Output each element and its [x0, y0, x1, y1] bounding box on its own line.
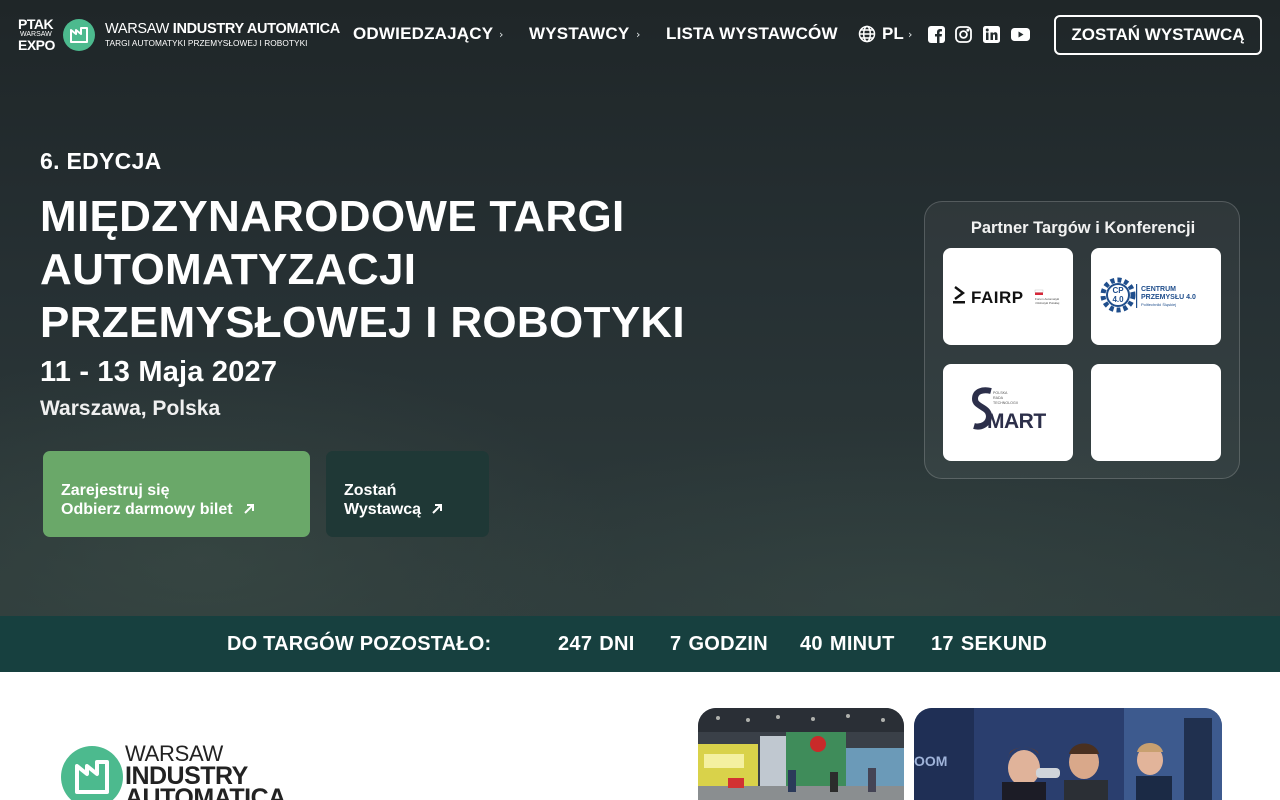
- fair-hall-photo: [698, 708, 904, 800]
- exhibitor-button[interactable]: Zostań Wystawcą: [326, 451, 489, 537]
- brand-text[interactable]: WARSAW INDUSTRY AUTOMATICA TARGI AUTOMAT…: [105, 21, 340, 48]
- partner-logo-centrum-przemyslu[interactable]: CP 4.0 CENTRUM PRZEMYSŁU 4.0 Politechnik…: [1091, 248, 1221, 345]
- chevron-right-icon: ›: [636, 28, 641, 41]
- arrow-up-right-icon: [243, 501, 255, 520]
- svg-text:POLSKA: POLSKA: [993, 391, 1008, 395]
- svg-text:FAIRP: FAIRP: [971, 288, 1024, 307]
- youtube-icon[interactable]: [1011, 26, 1030, 43]
- svg-text:i Robotyki Polskiej: i Robotyki Polskiej: [1035, 301, 1060, 305]
- arrow-up-right-icon: [431, 501, 443, 520]
- countdown-bar: DO TARGÓW POZOSTAŁO: 247 DNI 7 GODZIN 40 MI…: [0, 616, 1280, 672]
- countdown-minutes: 40 MINUT: [800, 633, 895, 655]
- svg-text:MART: MART: [987, 410, 1046, 433]
- register-button[interactable]: Zarejestruj się Odbierz darmowy bilet: [43, 451, 310, 537]
- language-selector[interactable]: PL: [882, 24, 904, 44]
- chevron-right-icon: ›: [499, 28, 504, 41]
- top-navigation: PTAK WARSAW EXPO WARSAW INDUSTRY AUTOMAT…: [0, 0, 1280, 68]
- svg-text:PRZEMYSŁU 4.0: PRZEMYSŁU 4.0: [1141, 294, 1196, 301]
- nav-exhibitors[interactable]: WYSTAWCY: [529, 24, 629, 44]
- partner-logo-smart[interactable]: POLSKA RADA TECHNOLOGII MART: [943, 364, 1073, 461]
- become-exhibitor-button[interactable]: ZOSTAŃ WYSTAWCĄ: [1054, 15, 1262, 55]
- facebook-icon[interactable]: [928, 26, 945, 43]
- industry-automatica-logo: WARSAW INDUSTRY AUTOMATICA: [125, 741, 286, 800]
- countdown-hours: 7 GODZIN: [670, 633, 769, 655]
- svg-text:CP: CP: [1112, 286, 1124, 295]
- chevron-right-icon: ›: [908, 28, 913, 41]
- svg-text:Politechniki Śląskiej: Politechniki Śląskiej: [1141, 302, 1176, 307]
- svg-text:RADA: RADA: [993, 396, 1004, 400]
- instagram-icon[interactable]: [955, 26, 972, 43]
- edition-label: 6. EDYCJA: [40, 148, 162, 174]
- partner-title: Partner Targów i Konferencji: [970, 219, 1196, 237]
- event-location: Warszawa, Polska: [40, 397, 221, 420]
- svg-text:CENTRUM: CENTRUM: [1141, 286, 1176, 293]
- hero-section: PTAK WARSAW EXPO WARSAW INDUSTRY AUTOMAT…: [0, 0, 1280, 616]
- page-title: MIĘDZYNARODOWE TARGI AUTOMATYZACJI PRZEM…: [40, 192, 685, 347]
- partner-logo-empty: [1091, 364, 1221, 461]
- nav-exhibitor-list[interactable]: LISTA WYSTAWCÓW: [666, 24, 838, 44]
- exhibitors-photo: OOM: [914, 708, 1222, 800]
- countdown-label: DO TARGÓW POZOSTAŁO:: [227, 633, 492, 655]
- svg-text:4.0: 4.0: [1112, 295, 1124, 304]
- partner-panel: Partner Targów i Konferencji FAIRP Forum…: [924, 201, 1240, 479]
- countdown-seconds: 17 SEKUND: [931, 633, 1048, 655]
- industry-automatica-logo-icon: [61, 746, 123, 800]
- event-dates: 11 - 13 Maja 2027: [40, 356, 278, 388]
- about-section: WARSAW INDUSTRY AUTOMATICA OOM: [0, 672, 1280, 800]
- svg-text:OOM: OOM: [914, 753, 947, 769]
- globe-icon[interactable]: [858, 25, 876, 47]
- svg-text:TECHNOLOGII: TECHNOLOGII: [993, 401, 1018, 405]
- linkedin-icon[interactable]: [983, 26, 1000, 43]
- partner-logo-fairp[interactable]: FAIRP Forum Automatyki i Robotyki Polski…: [943, 248, 1073, 345]
- ptak-expo-logo[interactable]: PTAK WARSAW EXPO: [18, 17, 58, 53]
- countdown-days: 247 DNI: [558, 633, 635, 655]
- nav-visitors[interactable]: ODWIEDZAJĄCY: [353, 24, 493, 44]
- industry-automatica-logo-icon[interactable]: [63, 19, 95, 51]
